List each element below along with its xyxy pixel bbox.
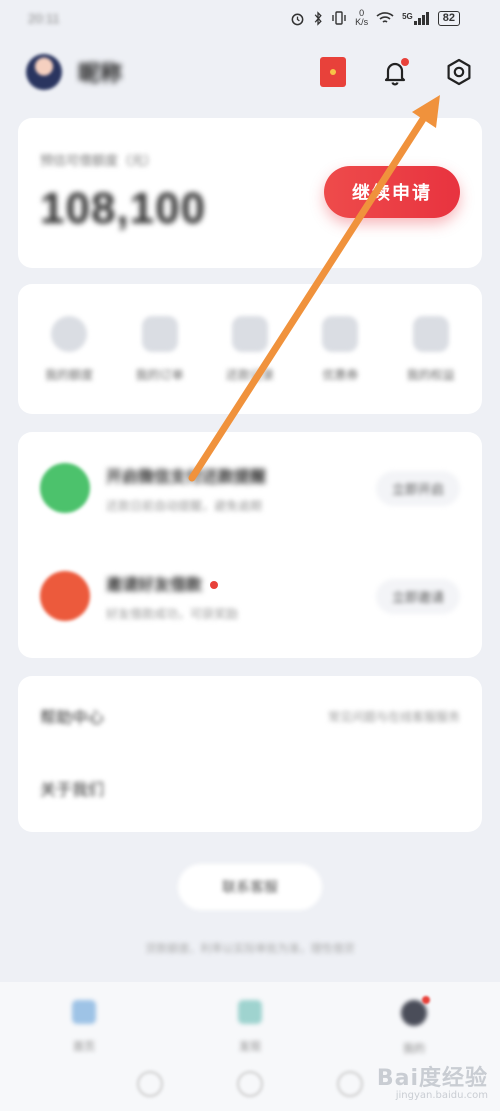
list-item-subtitle: 好友借款成功，可获奖励: [106, 606, 239, 621]
link-help-center[interactable]: 帮助中心 常见问题与在线客服服务: [18, 680, 482, 752]
watermark-logo-text: Bai度经验: [376, 1066, 488, 1091]
quick-action-label: 我的权益: [406, 367, 455, 382]
nav-tab-mine[interactable]: 我的: [384, 996, 444, 1056]
promo-list-card: 开启微信支付还款提醒 还款日前自动提醒，避免逾期 立即开启 邀请好友借款 好友借…: [18, 432, 482, 658]
balance-value: 108,100: [40, 184, 207, 233]
home-button[interactable]: [237, 1071, 263, 1097]
nav-tab-home[interactable]: 首页: [54, 1000, 114, 1054]
contact-service-button[interactable]: 联系客服: [178, 864, 322, 910]
battery-indicator: 82: [437, 10, 460, 26]
quick-action-label: 我的额度: [45, 367, 94, 382]
list-item-text: 开启微信支付还款提醒 还款日前自动提醒，避免逾期: [106, 463, 266, 514]
status-bar: 20:11 0 K/s 5G 82: [0, 0, 500, 36]
speed-unit: K/s: [355, 17, 369, 27]
benefit-icon: [412, 315, 449, 352]
quick-action-benefit[interactable]: 我的权益: [388, 315, 474, 383]
nav-label: 发现: [239, 1041, 261, 1053]
list-item-subtitle: 还款日前自动提醒，避免逾期: [106, 498, 263, 513]
user-name[interactable]: 昵称: [78, 56, 122, 88]
list-item[interactable]: 邀请好友借款 好友借款成功，可获奖励 立即邀请: [18, 546, 482, 646]
nav-label: 我的: [403, 1043, 425, 1055]
quick-action-coupon[interactable]: 优惠券: [297, 315, 383, 383]
bluetooth-icon: [314, 10, 322, 26]
home-icon: [72, 1000, 96, 1024]
vibrate-icon: [332, 11, 346, 25]
continue-apply-button[interactable]: 继续申请: [324, 166, 460, 218]
list-item-title: 邀请好友借款: [106, 576, 203, 594]
watermark: Bai度经验 jingyan.baidu.com: [377, 1060, 488, 1101]
list-item[interactable]: 开启微信支付还款提醒 还款日前自动提醒，避免逾期 立即开启: [18, 438, 482, 538]
quick-action-repay[interactable]: 还款记录: [207, 315, 293, 383]
alarm-icon: [291, 13, 304, 25]
notification-badge: [401, 58, 409, 66]
link-label: 帮助中心: [40, 710, 105, 727]
repay-icon: [231, 315, 268, 352]
order-icon: [141, 315, 178, 352]
balance-label: 预估可借额度（元）: [40, 153, 158, 168]
quick-action-quota[interactable]: 我的额度: [26, 315, 112, 383]
link-label: 关于我们: [40, 782, 105, 799]
invite-icon: [40, 571, 90, 621]
network-type: 5G: [402, 11, 413, 21]
quick-action-label: 还款记录: [225, 367, 274, 382]
balance-card: 预估可借额度（元） 108,100 继续申请: [18, 118, 482, 268]
status-icons: 0 K/s 5G 82: [290, 9, 460, 27]
settings-gear-icon[interactable]: [444, 57, 474, 87]
enable-reminder-button[interactable]: 立即开启: [375, 470, 460, 506]
network-speed: 0 K/s: [355, 9, 368, 27]
discover-icon: [238, 1000, 262, 1024]
quick-actions-card: 我的额度 我的订单 还款记录 优惠券 我的权益: [18, 284, 482, 414]
link-about-us[interactable]: 关于我们: [18, 752, 482, 824]
invite-button[interactable]: 立即邀请: [375, 578, 460, 614]
nav-label: 首页: [73, 1041, 95, 1053]
list-item-title: 开启微信支付还款提醒: [106, 468, 267, 486]
watermark-url: jingyan.baidu.com: [395, 1090, 488, 1101]
profile-header: 昵称: [0, 40, 500, 104]
wechat-pay-icon: [40, 463, 90, 513]
quota-icon: [51, 315, 88, 352]
list-item-text: 邀请好友借款 好友借款成功，可获奖励: [106, 571, 238, 622]
status-time: 20:11: [28, 10, 60, 26]
hot-badge: [210, 581, 219, 590]
back-button[interactable]: [137, 1071, 163, 1097]
coupon-icon: [322, 315, 359, 352]
nav-badge: [422, 996, 430, 1004]
red-packet-icon[interactable]: [320, 57, 346, 87]
avatar[interactable]: [26, 54, 62, 90]
wifi-icon: [376, 12, 394, 23]
quick-action-label: 我的订单: [135, 367, 184, 382]
signal-icon: 5G: [402, 11, 430, 25]
links-card: 帮助中心 常见问题与在线客服服务 关于我们: [18, 676, 482, 832]
recents-button[interactable]: [337, 1071, 363, 1097]
link-value: 常见问题与在线客服服务: [327, 709, 460, 724]
quick-action-orders[interactable]: 我的订单: [117, 315, 203, 383]
notification-button[interactable]: [380, 57, 410, 87]
nav-tab-discover[interactable]: 发现: [220, 1000, 280, 1054]
list-item-title-row: 邀请好友借款: [106, 571, 238, 595]
quick-action-label: 优惠券: [322, 367, 359, 382]
footer-disclaimer: 贷款额度、利率以实际审批为准，理性借贷: [145, 943, 355, 955]
profile-icon: [401, 1000, 427, 1026]
header-actions: [320, 57, 474, 87]
